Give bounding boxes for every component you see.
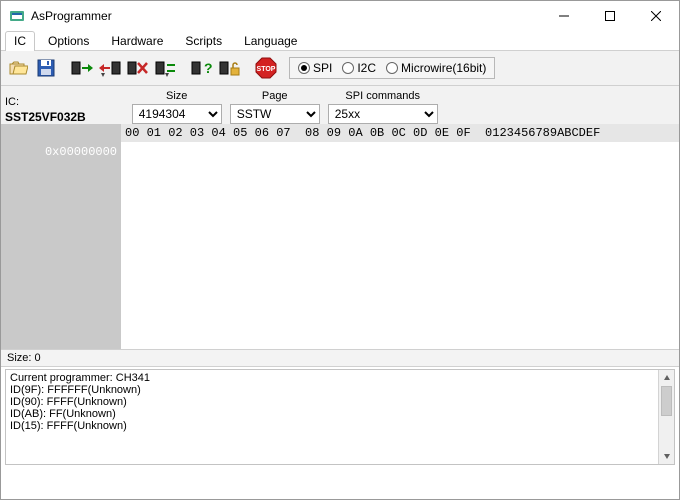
hex-header: 00 01 02 03 04 05 06 07 08 09 0A 0B 0C 0… bbox=[121, 124, 679, 142]
radio-label: I2C bbox=[357, 61, 376, 75]
iface-radio-microwire-16bit-[interactable]: Microwire(16bit) bbox=[386, 61, 486, 75]
erase-ic-button[interactable] bbox=[125, 55, 151, 81]
size-label: Size bbox=[166, 90, 187, 102]
window-title: AsProgrammer bbox=[31, 9, 112, 23]
scroll-down-icon[interactable] bbox=[659, 448, 674, 464]
unlock-ic-button[interactable] bbox=[217, 55, 243, 81]
open-file-button[interactable] bbox=[5, 55, 31, 81]
radio-label: SPI bbox=[313, 61, 332, 75]
scroll-up-icon[interactable] bbox=[659, 370, 674, 386]
svg-text:STOP: STOP bbox=[257, 66, 276, 73]
size-select[interactable]: 4194304 bbox=[132, 104, 222, 124]
radio-icon bbox=[342, 62, 354, 74]
stop-button[interactable]: STOP bbox=[253, 55, 279, 81]
interface-radio-group: SPI I2C Microwire(16bit) bbox=[289, 57, 495, 79]
spicmd-label: SPI commands bbox=[345, 90, 420, 102]
app-icon bbox=[9, 8, 25, 24]
radio-label: Microwire(16bit) bbox=[401, 61, 486, 75]
size-status: Size: 0 bbox=[7, 352, 41, 364]
spicmd-select[interactable]: 25xx bbox=[328, 104, 438, 124]
config-row: IC: SST25VF032B Size 4194304 Page SSTW S… bbox=[1, 86, 679, 124]
hex-address: 0x00000000 bbox=[1, 144, 121, 160]
ic-label: IC: bbox=[5, 96, 19, 108]
svg-text:?: ? bbox=[204, 60, 213, 76]
log-panel: Current programmer: CH341 ID(9F): FFFFFF… bbox=[5, 369, 675, 465]
menu-tab-language[interactable]: Language bbox=[235, 31, 306, 50]
menubar: ICOptionsHardwareScriptsLanguage bbox=[1, 31, 679, 51]
radio-icon bbox=[298, 62, 310, 74]
maximize-button[interactable] bbox=[587, 1, 633, 31]
radio-icon bbox=[386, 62, 398, 74]
hex-body[interactable] bbox=[121, 142, 679, 347]
verify-ic-button[interactable] bbox=[153, 55, 179, 81]
read-ic-button[interactable] bbox=[69, 55, 95, 81]
status-bar: Size: 0 bbox=[1, 349, 679, 367]
toolbar: ? STOP SPI I2C Microwire(16bit) bbox=[1, 51, 679, 86]
hex-address-gutter: 0x00000000 bbox=[1, 124, 121, 349]
iface-radio-spi[interactable]: SPI bbox=[298, 61, 332, 75]
page-select[interactable]: SSTW bbox=[230, 104, 320, 124]
log-text[interactable]: Current programmer: CH341 ID(9F): FFFFFF… bbox=[6, 370, 658, 464]
page-label: Page bbox=[262, 90, 288, 102]
titlebar: AsProgrammer bbox=[1, 1, 679, 31]
menu-tab-options[interactable]: Options bbox=[39, 31, 98, 50]
scroll-thumb[interactable] bbox=[661, 386, 672, 416]
ic-value: SST25VF032B bbox=[5, 110, 86, 124]
menu-tab-scripts[interactable]: Scripts bbox=[176, 31, 231, 50]
hex-editor[interactable]: 0x00000000 00 01 02 03 04 05 06 07 08 09… bbox=[1, 124, 679, 349]
save-file-button[interactable] bbox=[33, 55, 59, 81]
detect-ic-button[interactable]: ? bbox=[189, 55, 215, 81]
iface-radio-i2c[interactable]: I2C bbox=[342, 61, 376, 75]
menu-tab-hardware[interactable]: Hardware bbox=[102, 31, 172, 50]
menu-tab-ic[interactable]: IC bbox=[5, 31, 35, 51]
log-scrollbar[interactable] bbox=[658, 370, 674, 464]
close-button[interactable] bbox=[633, 1, 679, 31]
write-ic-button[interactable] bbox=[97, 55, 123, 81]
minimize-button[interactable] bbox=[541, 1, 587, 31]
